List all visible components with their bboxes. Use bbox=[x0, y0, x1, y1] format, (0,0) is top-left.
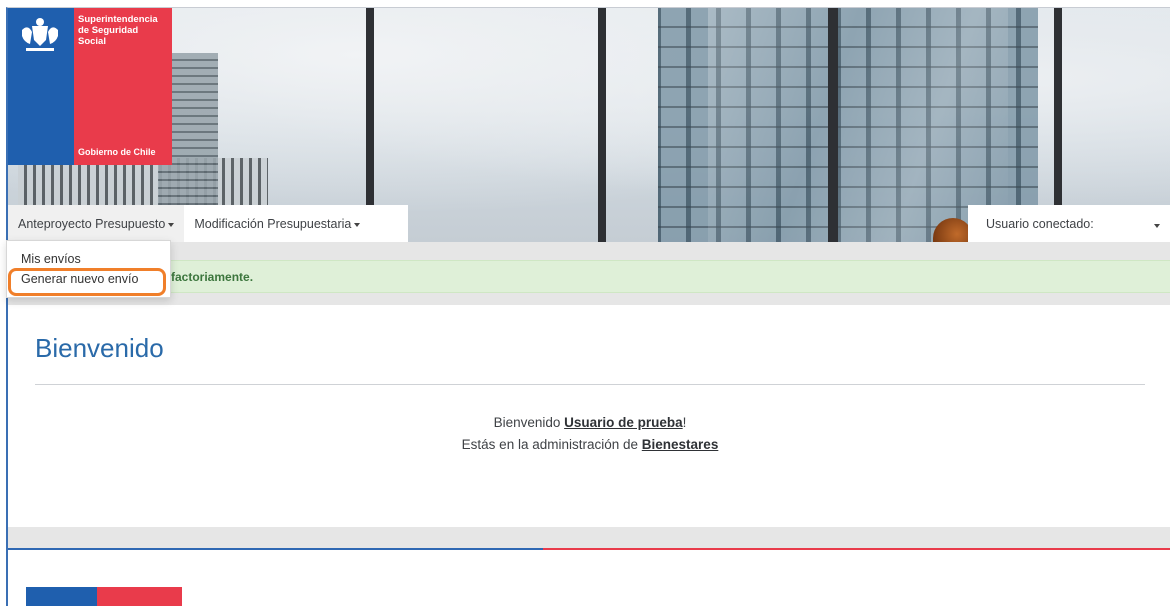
success-alert: factoriamente. bbox=[8, 260, 1170, 293]
menu-item-generar-nuevo-envio[interactable]: Generar nuevo envío bbox=[7, 269, 170, 289]
menu-item-mis-envios[interactable]: Mis envíos bbox=[7, 249, 170, 269]
admin-prefix: Estás en la administración de bbox=[461, 437, 642, 452]
caret-down-icon bbox=[1154, 224, 1160, 228]
nav-modificacion-presupuestaria[interactable]: Modificación Presupuestaria bbox=[184, 205, 370, 242]
user-menu[interactable]: Usuario conectado: bbox=[968, 205, 1170, 242]
banner-mullion bbox=[828, 8, 838, 242]
admin-line: Estás en la administración de Bienestare… bbox=[8, 434, 1170, 456]
nav-item-label: Modificación Presupuestaria bbox=[194, 216, 352, 231]
footer bbox=[8, 548, 1170, 606]
nav-item-label: Anteproyecto Presupuesto bbox=[18, 216, 166, 231]
user-name: Usuario de prueba bbox=[564, 415, 683, 430]
logo-gov-name: Gobierno de Chile bbox=[78, 147, 156, 157]
page-title: Bienvenido bbox=[35, 333, 164, 363]
welcome-message: Bienvenido Usuario de prueba! Estás en l… bbox=[8, 412, 1170, 456]
footer-line-red bbox=[543, 548, 1170, 550]
logo-org-name: Superintendencia de Seguridad Social bbox=[78, 14, 158, 47]
welcome-panel: Bienvenido Bienvenido Usuario de prueba!… bbox=[8, 305, 1170, 527]
title-divider bbox=[35, 384, 1145, 385]
logo-blue-block bbox=[8, 8, 74, 165]
caret-down-icon bbox=[168, 222, 175, 227]
logo-red-block: Superintendencia de Seguridad Social Gob… bbox=[74, 8, 172, 165]
header-banner: Superintendencia de Seguridad Social Gob… bbox=[8, 8, 1170, 242]
footer-flag-logo bbox=[26, 587, 182, 606]
admin-entity: Bienestares bbox=[641, 437, 719, 452]
banner-tower-glass bbox=[708, 8, 1008, 242]
coat-of-arms-icon bbox=[22, 18, 58, 51]
welcome-line: Bienvenido Usuario de prueba! bbox=[8, 412, 1170, 434]
alert-text: factoriamente. bbox=[171, 269, 254, 284]
caret-down-icon bbox=[354, 222, 361, 227]
welcome-prefix: Bienvenido bbox=[493, 415, 565, 430]
page-frame: Superintendencia de Seguridad Social Gob… bbox=[6, 7, 1170, 606]
institution-logo[interactable]: Superintendencia de Seguridad Social Gob… bbox=[8, 8, 172, 165]
main-navbar: Anteproyecto Presupuesto Modificación Pr… bbox=[8, 205, 408, 242]
banner-mullion bbox=[598, 8, 606, 242]
welcome-suffix: ! bbox=[682, 415, 687, 430]
footer-flag-red bbox=[97, 587, 182, 606]
footer-flag-blue bbox=[26, 587, 97, 606]
anteproyecto-dropdown-menu: Mis envíos Generar nuevo envío bbox=[6, 240, 171, 298]
user-menu-label: Usuario conectado: bbox=[986, 216, 1094, 231]
footer-line-blue bbox=[8, 548, 543, 550]
nav-anteproyecto-presupuesto[interactable]: Anteproyecto Presupuesto bbox=[8, 205, 185, 242]
